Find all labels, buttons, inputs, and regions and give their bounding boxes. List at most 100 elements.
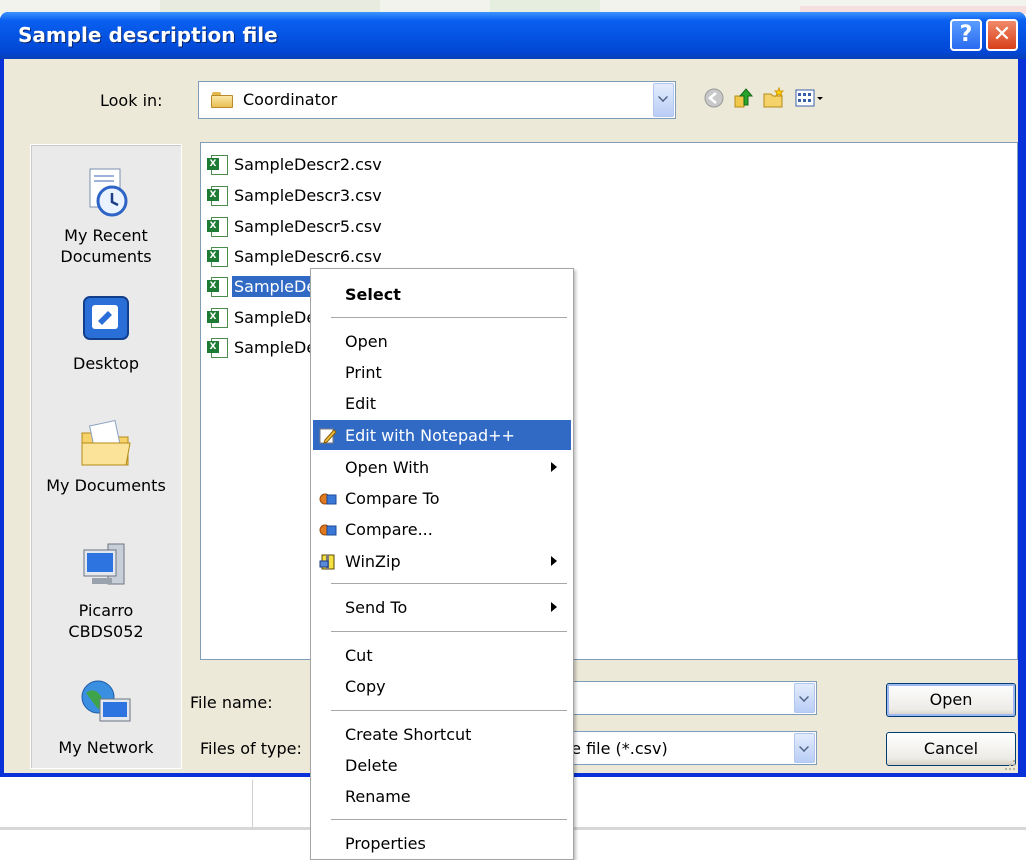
menu-item-edit[interactable]: Edit bbox=[313, 388, 571, 418]
view-menu-icon[interactable] bbox=[794, 87, 826, 109]
place-desktop[interactable]: Desktop bbox=[31, 293, 181, 374]
place-label: Documents bbox=[60, 247, 152, 266]
excel-csv-icon: X bbox=[207, 217, 229, 237]
submenu-arrow-icon bbox=[551, 462, 557, 472]
chevron-down-icon[interactable] bbox=[794, 683, 815, 713]
place-label: My Documents bbox=[46, 476, 166, 495]
files-of-type-label: Files of type: bbox=[200, 739, 302, 758]
excel-csv-icon: X bbox=[207, 277, 229, 297]
menu-separator bbox=[331, 317, 567, 318]
menu-item-label: Open bbox=[345, 332, 388, 351]
compare-icon bbox=[319, 524, 337, 536]
file-name-label: File name: bbox=[190, 693, 273, 712]
chevron-down-icon[interactable] bbox=[794, 733, 815, 763]
menu-item-label: Create Shortcut bbox=[345, 725, 472, 744]
file-name-input[interactable] bbox=[572, 681, 817, 715]
network-icon bbox=[81, 680, 131, 722]
title-bar[interactable]: Sample description file ? ✕ bbox=[0, 12, 1026, 59]
files-of-type-combobox[interactable]: ne file (*.csv) bbox=[561, 731, 817, 765]
menu-item-label: Select bbox=[345, 285, 401, 304]
file-name: SampleDescr5.csv bbox=[234, 217, 382, 236]
menu-separator bbox=[331, 631, 567, 632]
places-bar: My Recent Documents Desktop My Documents bbox=[30, 144, 182, 769]
place-label: Desktop bbox=[73, 354, 139, 373]
place-my-documents[interactable]: My Documents bbox=[31, 415, 181, 496]
menu-item-label: Compare To bbox=[345, 489, 440, 508]
menu-item-properties[interactable]: Properties bbox=[313, 828, 571, 858]
close-button[interactable]: ✕ bbox=[986, 19, 1018, 51]
file-name: SampleDescr2.csv bbox=[234, 155, 382, 174]
menu-item-label: Properties bbox=[345, 834, 426, 853]
open-button[interactable]: Open bbox=[886, 683, 1016, 717]
place-my-network[interactable]: My Network bbox=[31, 677, 181, 758]
menu-item-create-shortcut[interactable]: Create Shortcut bbox=[313, 719, 571, 749]
compare-icon bbox=[319, 493, 337, 505]
menu-item-label: Edit bbox=[345, 394, 376, 413]
chevron-down-icon[interactable] bbox=[653, 83, 674, 117]
menu-item-open[interactable]: Open bbox=[313, 326, 571, 356]
folder-icon bbox=[211, 92, 233, 108]
place-my-computer[interactable]: Picarro CBDS052 bbox=[31, 540, 181, 642]
menu-item-label: Delete bbox=[345, 756, 398, 775]
menu-item-compare-to[interactable]: Compare To bbox=[313, 483, 571, 513]
file-name: SampleDe bbox=[234, 308, 317, 327]
submenu-arrow-icon bbox=[551, 556, 557, 566]
context-menu: Select Open Print Edit Edit with Notepad… bbox=[310, 268, 574, 860]
cancel-button[interactable]: Cancel bbox=[886, 732, 1016, 766]
recent-documents-icon bbox=[89, 168, 128, 217]
new-folder-icon[interactable] bbox=[762, 87, 786, 109]
menu-item-open-with[interactable]: Open With bbox=[313, 452, 571, 482]
menu-item-rename[interactable]: Rename bbox=[313, 781, 571, 811]
menu-item-label: Print bbox=[345, 363, 382, 382]
up-folder-icon[interactable] bbox=[732, 87, 756, 109]
place-label: My Network bbox=[58, 738, 154, 757]
menu-separator bbox=[331, 583, 567, 584]
excel-csv-icon: X bbox=[207, 338, 229, 358]
menu-separator bbox=[331, 819, 567, 820]
menu-item-send-to[interactable]: Send To bbox=[313, 592, 571, 622]
menu-item-label: Edit with Notepad++ bbox=[345, 426, 515, 445]
place-label: CBDS052 bbox=[68, 622, 144, 641]
dialog-title: Sample description file bbox=[18, 23, 278, 47]
menu-separator bbox=[331, 710, 567, 711]
place-label: My Recent bbox=[64, 226, 148, 245]
menu-item-label: Send To bbox=[345, 598, 408, 617]
menu-item-label: Copy bbox=[345, 677, 386, 696]
menu-item-label: Open With bbox=[345, 458, 430, 477]
menu-item-label: Compare... bbox=[345, 520, 433, 539]
desktop-icon bbox=[83, 296, 129, 340]
menu-item-winzip[interactable]: WinZip bbox=[313, 546, 571, 576]
back-icon[interactable] bbox=[702, 87, 726, 109]
menu-item-compare[interactable]: Compare... bbox=[313, 514, 571, 544]
look-in-label: Look in: bbox=[100, 91, 163, 110]
look-in-value: Coordinator bbox=[243, 90, 338, 109]
menu-item-label: Cut bbox=[345, 646, 373, 665]
computer-icon bbox=[83, 543, 125, 585]
excel-csv-icon: X bbox=[207, 186, 229, 206]
menu-item-select[interactable]: Select bbox=[313, 279, 571, 309]
menu-item-label: WinZip bbox=[345, 552, 401, 571]
my-documents-icon bbox=[81, 419, 131, 466]
menu-item-print[interactable]: Print bbox=[313, 357, 571, 387]
excel-csv-icon: X bbox=[207, 247, 229, 267]
menu-item-label: Rename bbox=[345, 787, 411, 806]
menu-item-copy[interactable]: Copy bbox=[313, 671, 571, 701]
menu-item-cut[interactable]: Cut bbox=[313, 640, 571, 670]
notepad-plus-plus-icon bbox=[319, 428, 337, 444]
look-in-combobox[interactable]: Coordinator bbox=[198, 81, 676, 119]
place-my-recent-documents[interactable]: My Recent Documents bbox=[31, 165, 181, 267]
menu-item-edit-with-notepad[interactable]: Edit with Notepad++ bbox=[313, 420, 571, 450]
file-name: SampleDe bbox=[234, 338, 317, 357]
menu-item-delete[interactable]: Delete bbox=[313, 750, 571, 780]
files-of-type-value: ne file (*.csv) bbox=[561, 739, 668, 758]
winzip-icon bbox=[319, 554, 335, 570]
submenu-arrow-icon bbox=[551, 602, 557, 612]
file-name: SampleDescr3.csv bbox=[234, 186, 382, 205]
background-divider bbox=[252, 780, 253, 830]
help-button[interactable]: ? bbox=[950, 19, 982, 51]
resize-grip-icon[interactable] bbox=[1002, 757, 1016, 771]
place-label: Picarro bbox=[78, 601, 134, 620]
file-name: SampleDescr6.csv bbox=[234, 247, 382, 266]
excel-csv-icon: X bbox=[207, 308, 229, 328]
excel-csv-icon: X bbox=[207, 155, 229, 175]
